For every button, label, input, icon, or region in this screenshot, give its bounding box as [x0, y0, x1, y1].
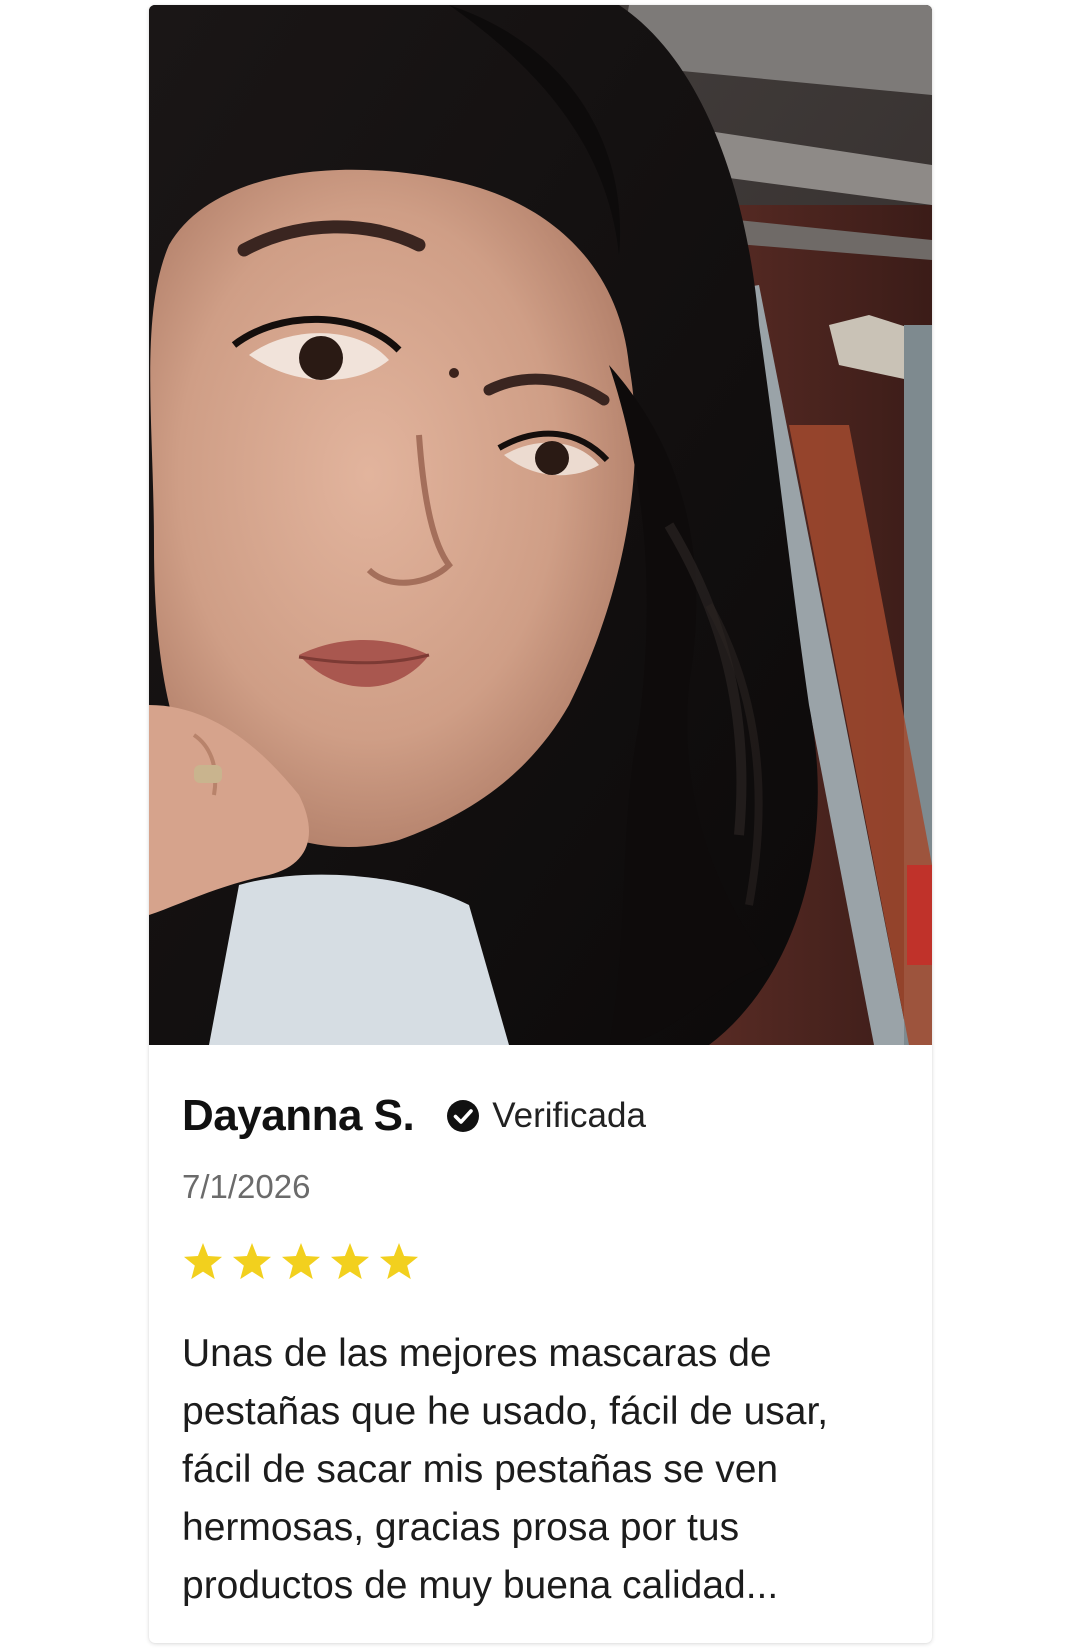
- reviewer-name: Dayanna S.: [182, 1091, 415, 1140]
- verified-badge-label: Verificada: [492, 1096, 646, 1135]
- review-date: 7/1/2026: [182, 1168, 311, 1205]
- review-text: Unas de las mejores mascaras de pestañas…: [182, 1332, 829, 1607]
- star-icon: [379, 1243, 419, 1280]
- reviewer-row: Dayanna S. Verificada: [182, 1091, 646, 1141]
- star-icon: [232, 1243, 272, 1280]
- review-card: Dayanna S. Verificada 7/1/2026 Unas de l…: [149, 5, 932, 1643]
- review-photo[interactable]: [149, 5, 932, 1045]
- star-icon: [281, 1243, 321, 1280]
- star-rating: [182, 1241, 427, 1283]
- review-photo-image: [149, 5, 932, 1045]
- check-circle-icon: [446, 1099, 480, 1133]
- star-icon: [330, 1243, 370, 1280]
- star-icon: [183, 1243, 223, 1280]
